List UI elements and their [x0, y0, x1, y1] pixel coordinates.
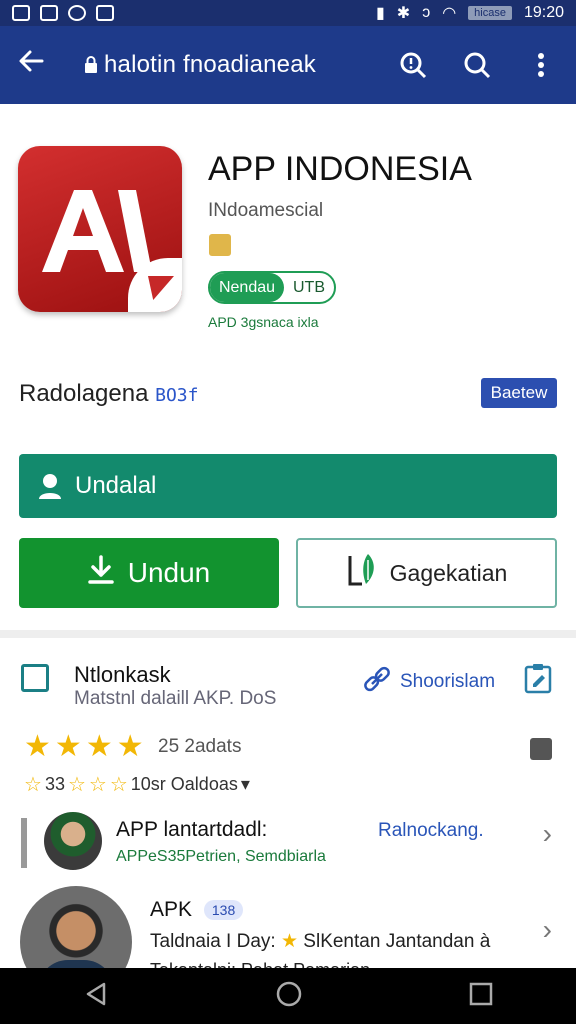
rating-count: 25 2adats [158, 736, 242, 757]
status-left-icons [12, 5, 114, 21]
chevron-right-icon[interactable]: › [543, 914, 552, 946]
section-title: Ntlonkask [74, 662, 171, 687]
secondary-action-label: Gagekatian [389, 559, 508, 586]
sync-icon [68, 5, 86, 21]
user-icon [37, 472, 63, 500]
review-button[interactable]: Baetew [481, 378, 557, 408]
status-pill: Nendau UTB [208, 271, 336, 304]
primary-action-label: Undalal [75, 472, 157, 499]
primary-action-button[interactable]: Undalal [19, 454, 557, 518]
list-item-title: APK [150, 898, 193, 921]
rating-stars: ★ ★ ★ ★ [24, 732, 144, 762]
small-rating-text: 10sr Oaldoas [130, 774, 238, 794]
clock: 19:20 [523, 4, 564, 21]
app-logo-icon [18, 146, 182, 312]
nav-back-icon[interactable] [83, 981, 109, 1012]
small-rating-row[interactable]: ☆ 33 ☆ ☆ ☆ 10sr Oaldoas ▾ [24, 772, 250, 797]
bag-icon[interactable] [530, 738, 552, 760]
category-tag: BO3f [155, 385, 199, 406]
system-nav-bar [0, 968, 576, 1024]
category-label: Radolagena [19, 380, 149, 407]
chevron-right-icon[interactable]: › [543, 818, 552, 850]
list-item-subtitle: APPeS35Petrien, Semdbiarla [116, 848, 326, 865]
bluetooth-icon: ✱ [396, 5, 411, 22]
status-bar: ▮ ✱ ↄ ◠ hicase 19:20 [0, 0, 576, 26]
nav-home-icon[interactable] [275, 980, 303, 1013]
download-button[interactable]: Undun [19, 538, 279, 608]
list-item[interactable]: APK 138 Taldnaia I Day: ★ SlKentan Janta… [0, 886, 576, 998]
share-label: Shoorislam [400, 671, 496, 692]
detail-text-rest: SlKentan Jantandan à [303, 931, 491, 952]
developer-name[interactable]: INdoamescial [208, 200, 323, 222]
star-icon: ★ [54, 730, 82, 763]
more-vert-icon[interactable] [524, 48, 558, 82]
certificate-icon [209, 234, 231, 256]
list-item[interactable]: APP lantartdadl: Ralnockang. APPeS35Petr… [0, 810, 576, 876]
star-icon: ★ [280, 931, 299, 952]
pill-right-label: UTB [293, 278, 325, 296]
nfc-icon: ↄ [422, 4, 431, 21]
share-link[interactable]: Shoorislam [362, 664, 495, 700]
nav-recents-icon[interactable] [469, 982, 493, 1011]
search-zoom-icon[interactable] [396, 48, 430, 82]
leaf-l-icon [346, 550, 382, 596]
clipboard-edit-icon[interactable] [524, 662, 552, 694]
category-row: Radolagena BO3f [19, 380, 198, 408]
small-rating-number: 33 [44, 774, 65, 794]
back-arrow-icon[interactable] [18, 48, 58, 82]
select-checkbox[interactable] [21, 664, 49, 692]
star-icon: ★ [24, 730, 51, 763]
section-divider [0, 630, 576, 638]
wifi-icon: ◠ [442, 5, 457, 22]
section-subtitle: Matstnl dalaill AKP. DoS [74, 688, 277, 709]
battery-indicator: hicase [468, 6, 512, 20]
pill-left-label: Nendau [210, 273, 284, 302]
notification-icon [40, 5, 58, 21]
star-icon: ★ [116, 730, 144, 763]
search-icon[interactable] [460, 48, 494, 82]
list-item-title-row: APK 138 [150, 898, 244, 922]
star-outline-icon: ☆ [88, 774, 107, 796]
list-item-detail: Taldnaia I Day: ★ SlKentan Jantandan à [150, 930, 490, 953]
item-marker [21, 818, 27, 868]
lock-icon [84, 56, 98, 74]
gallery-icon [12, 5, 30, 21]
app-title: APP INDONESIA [208, 150, 472, 188]
download-icon [87, 554, 114, 592]
app-bar: halotin fnoadianeak [0, 26, 576, 104]
count-badge: 138 [203, 900, 244, 921]
app-logo-letters-icon [42, 190, 152, 272]
app-subtext: APD 3gsnaca ixla [208, 314, 319, 330]
app-page: ▮ ✱ ↄ ◠ hicase 19:20 halotin fnoadianeak [0, 0, 576, 1024]
star-outline-icon: ☆ [109, 774, 128, 796]
app-bar-actions [396, 48, 558, 82]
detail-text: Taldnaia I Day: [150, 931, 276, 952]
caret-down-icon: ▾ [240, 774, 250, 794]
screenshot-icon [96, 5, 114, 21]
url-text[interactable]: halotin fnoadianeak [104, 51, 316, 79]
star-outline-icon: ☆ [67, 774, 86, 796]
download-label: Undun [127, 557, 211, 588]
secondary-action-button[interactable]: Gagekatian [296, 538, 557, 608]
vibrate-icon: ▮ [375, 5, 385, 22]
link-icon [362, 664, 392, 700]
status-right-icons: ▮ ✱ ↄ ◠ hicase 19:20 [376, 3, 564, 23]
avatar [44, 812, 102, 870]
list-item-title: APP lantartdadl: [116, 818, 268, 841]
star-icon: ★ [85, 730, 113, 763]
list-item-link[interactable]: Ralnockang. [378, 820, 484, 842]
star-outline-icon: ☆ [24, 774, 42, 796]
